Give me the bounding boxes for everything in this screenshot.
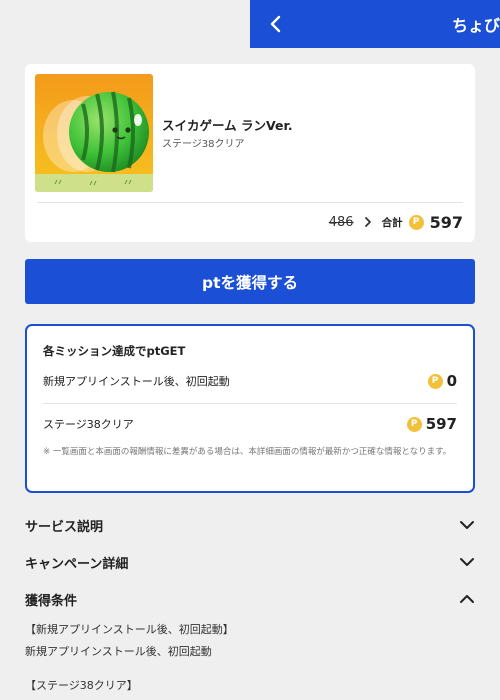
condition-title: 【新規アプリインストール後、初回起動】 bbox=[25, 623, 234, 636]
app-name: スイカゲーム ランVer. bbox=[162, 118, 293, 133]
page-title: ちょびリッチ bbox=[452, 16, 500, 35]
old-points: 486 bbox=[328, 214, 354, 230]
chevron-down-icon bbox=[460, 521, 474, 529]
accordion-label: 獲得条件 bbox=[25, 593, 78, 609]
mission-item: 新規アプリインストール後、初回起動 P 0 bbox=[43, 372, 457, 390]
condition-title: 【ステージ38クリア】 bbox=[25, 679, 138, 692]
accordion-service[interactable]: サービス説明 bbox=[25, 514, 475, 536]
card-divider bbox=[37, 202, 463, 203]
total-points: 597 bbox=[429, 212, 463, 232]
app-condition: ステージ38クリア bbox=[162, 139, 245, 150]
total-label: 合計 bbox=[381, 216, 403, 229]
points-summary: 486 合計 P 597 bbox=[329, 211, 463, 233]
header-bar: ちょびリッチ bbox=[250, 0, 500, 48]
mission-divider bbox=[43, 403, 457, 404]
watermelon-app-image bbox=[35, 74, 153, 192]
chevron-left-icon bbox=[270, 15, 281, 33]
accordion-campaign[interactable]: キャンペーン詳細 bbox=[25, 551, 475, 573]
accordion-label: サービス説明 bbox=[25, 519, 104, 535]
app-icon bbox=[35, 74, 153, 192]
mission-points-value: 597 bbox=[425, 415, 457, 433]
mission-points: P 0 bbox=[427, 372, 457, 390]
point-coin-icon: P bbox=[406, 416, 422, 432]
mission-heading: 各ミッション達成でptGET bbox=[43, 344, 186, 358]
point-coin-icon: P bbox=[427, 373, 443, 389]
mission-label: ステージ38クリア bbox=[43, 418, 134, 431]
accordion-label: キャンペーン詳細 bbox=[25, 556, 129, 572]
offer-card: スイカゲーム ランVer. ステージ38クリア 486 合計 P 597 bbox=[25, 64, 475, 242]
mission-points-value: 0 bbox=[446, 372, 457, 390]
get-points-button[interactable]: ptを獲得する bbox=[25, 259, 475, 304]
mission-box: 各ミッション達成でptGET 新規アプリインストール後、初回起動 P 0 ステー… bbox=[25, 324, 475, 493]
chevron-down-icon bbox=[460, 558, 474, 566]
chevron-right-icon bbox=[364, 217, 371, 227]
point-coin-icon: P bbox=[408, 214, 424, 230]
mission-item: ステージ38クリア P 597 bbox=[43, 415, 457, 433]
mission-label: 新規アプリインストール後、初回起動 bbox=[43, 375, 230, 388]
mission-points: P 597 bbox=[406, 415, 457, 433]
notice-text: ※ 一覧画面と本画面の報酬情報に差異がある場合は、本詳細画面の情報が最新かつ正確… bbox=[43, 447, 452, 457]
condition-body: 新規アプリインストール後、初回起動 bbox=[25, 645, 212, 658]
back-button[interactable] bbox=[262, 8, 290, 40]
accordion-conditions[interactable]: 獲得条件 bbox=[25, 588, 475, 610]
chevron-up-icon bbox=[460, 595, 474, 603]
